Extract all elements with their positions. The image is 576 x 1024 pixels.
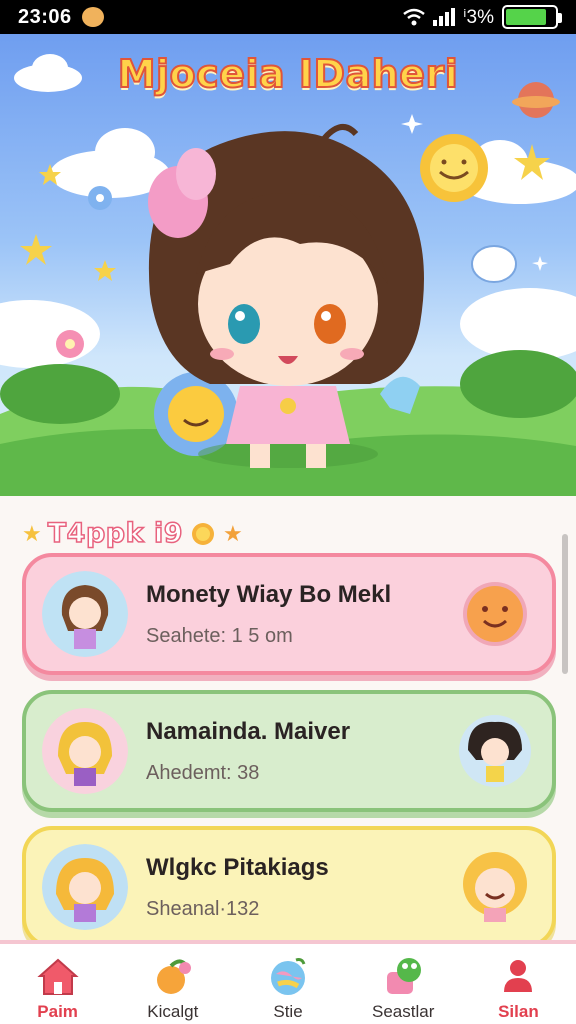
nav-label: Stie [273,1002,303,1021]
speech-bubble-icon [471,245,517,283]
nav-item-profile[interactable]: Silan [461,944,576,1024]
nav-item-home[interactable]: Paim [0,944,115,1024]
frog-icon [387,958,422,994]
fluffy-mascot-icon [463,852,527,922]
avatar [42,844,128,930]
cat-girl-icon [459,715,531,787]
list-item-title: Wlgkc Pitakiags [146,853,329,881]
sun-mascot-icon [463,582,527,646]
list-item-subtitle: Seahete: 1 5 om [146,624,293,647]
battery-icon [502,5,562,29]
avatar [42,708,128,794]
sunflower-icon [192,522,214,545]
star-icon: ★ [22,520,42,546]
bear-icon [81,7,104,27]
list-item[interactable]: Namainda. Maiver Ahedemt: 38 [22,690,556,812]
nav-label: Kicalgt [147,1002,199,1021]
nav-label: Paim [37,1002,78,1021]
status-time: 23:06 [18,5,72,28]
section-header: ★ T4ppk i9 ★ [22,517,243,550]
nav-item-fruit[interactable]: Kicalgt [115,944,230,1024]
bottom-nav: Paim Kicalgt Stie Seastlar Silan [0,940,576,1024]
list-item-title: Monety Wiay Bo Mekl [146,580,392,608]
list-item[interactable]: Wlgkc Pitakiags Sheanal·132 [22,826,556,948]
star-icon: ★ [223,520,243,546]
nav-item-globe[interactable]: Stie [230,944,345,1024]
home-icon [36,958,79,995]
battery-percent: ⁱ3% [463,6,494,28]
nav-label: Silan [498,1002,539,1021]
sunflower-icon [154,372,238,456]
hero-banner: Mjoceia IDaheri [0,34,576,496]
nav-item-frog[interactable]: Seastlar [346,944,461,1024]
list-item-subtitle: Ahedemt: 38 [146,761,260,784]
list-item-subtitle: Sheanal·132 [146,897,260,920]
list-item[interactable]: Monety Wiay Bo Mekl Seahete: 1 5 om [22,553,556,675]
globe-icon [271,958,306,995]
sun-icon [420,134,488,202]
section-title: T4ppk i9 [47,517,183,550]
scrollbar[interactable] [562,534,568,674]
fruit-icon [156,959,191,994]
nav-label: Seastlar [372,1002,435,1021]
app-title: Mjoceia IDaheri [117,51,459,97]
wifi-icon [403,8,425,26]
profile-icon [504,960,533,992]
status-bar: 23:06 ⁱ3% [0,0,576,34]
list-item-title: Namainda. Maiver [146,717,351,745]
avatar [42,571,128,657]
signal-icon [433,8,456,26]
hero-illustration [0,54,576,496]
